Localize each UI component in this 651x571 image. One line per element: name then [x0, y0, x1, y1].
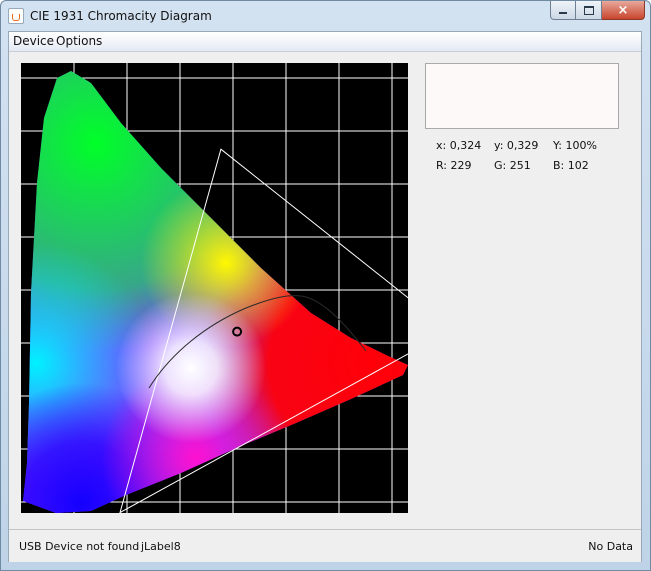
menu-options[interactable]: Options — [56, 34, 102, 48]
minimize-button[interactable] — [550, 1, 576, 20]
readout-luminance: Y: 100% — [553, 139, 597, 152]
readout-y: y: 0,329 — [494, 139, 539, 152]
window-title: CIE 1931 Chromacity Diagram — [30, 9, 212, 23]
menu-bar: Device Options — [9, 32, 641, 52]
close-icon: × — [617, 2, 629, 18]
chromaticity-diagram-canvas — [21, 63, 408, 513]
window-content: Device Options x: 0,324 y: 0,329 Y: 100%… — [8, 31, 642, 562]
java-cup-icon[interactable] — [8, 8, 24, 24]
color-preview-swatch — [425, 63, 619, 129]
minimize-icon — [559, 11, 567, 14]
menu-device[interactable]: Device — [13, 34, 54, 48]
readout-red: R: 229 — [436, 159, 472, 172]
data-status: No Data — [588, 540, 633, 553]
title-bar[interactable]: CIE 1931 Chromacity Diagram × — [1, 1, 650, 31]
jlabel8-status: jLabel8 — [141, 540, 181, 553]
window-controls: × — [550, 1, 645, 20]
readout-green: G: 251 — [494, 159, 531, 172]
application-window: CIE 1931 Chromacity Diagram × Device Opt… — [0, 0, 651, 571]
maximize-icon — [583, 5, 594, 15]
maximize-button[interactable] — [576, 1, 602, 20]
readout-blue: B: 102 — [553, 159, 589, 172]
readout-x: x: 0,324 — [436, 139, 482, 152]
close-button[interactable]: × — [602, 1, 645, 20]
status-bar: USB Device not found jLabel8 No Data — [9, 529, 641, 562]
usb-status: USB Device not found — [19, 540, 140, 553]
chromaticity-diagram[interactable] — [21, 63, 408, 513]
